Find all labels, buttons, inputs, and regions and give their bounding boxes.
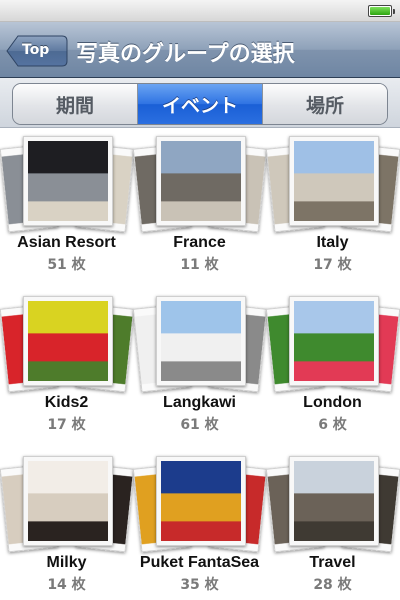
album-name: Langkawi (163, 394, 236, 411)
album-count: 17 枚 (313, 257, 352, 273)
album-grid: Asian Resort 51 枚 France 11 枚 Italy 17 枚… (0, 130, 400, 600)
album-count: 51 枚 (47, 257, 86, 273)
album-count: 6 枚 (318, 417, 347, 433)
album-thumbnail (294, 301, 374, 381)
back-button-label: Top (22, 42, 50, 58)
status-bar (0, 0, 400, 22)
photo-stack (132, 296, 268, 396)
page-title: 写真のグループの選択 (76, 42, 295, 67)
back-button[interactable]: Top (6, 35, 68, 67)
album-name: London (303, 394, 362, 411)
album-name: Milky (46, 554, 87, 571)
album-count: 11 枚 (180, 257, 219, 273)
photo-stack (0, 296, 135, 396)
battery-icon (368, 5, 395, 17)
album-item[interactable]: Kids2 17 枚 (0, 290, 135, 450)
album-name: Puket FantaSea (139, 554, 260, 571)
segment-period[interactable]: 期間 (13, 84, 138, 124)
album-item[interactable]: Puket FantaSea 35 枚 (132, 450, 268, 600)
album-thumbnail (28, 301, 108, 381)
album-name: Asian Resort (17, 234, 116, 251)
album-name: France (173, 234, 226, 251)
album-count: 28 枚 (313, 577, 352, 593)
album-count: 61 枚 (180, 417, 219, 433)
album-item[interactable]: Travel 28 枚 (265, 450, 400, 600)
album-count: 35 枚 (180, 577, 219, 593)
album-thumbnail (28, 461, 108, 541)
segmented-control: 期間 イベント 場所 (12, 83, 388, 125)
segment-bar: 期間 イベント 場所 (0, 78, 400, 128)
album-item[interactable]: Asian Resort 51 枚 (0, 130, 135, 290)
album-item[interactable]: London 6 枚 (265, 290, 400, 450)
album-thumbnail (161, 301, 241, 381)
photo-stack (132, 456, 268, 556)
album-thumbnail (161, 141, 241, 221)
album-thumbnail (294, 141, 374, 221)
album-item[interactable]: Italy 17 枚 (265, 130, 400, 290)
photo-stack (265, 296, 400, 396)
segment-place[interactable]: 場所 (263, 84, 387, 124)
navigation-bar: Top 写真のグループの選択 (0, 22, 400, 78)
photo-stack (0, 136, 135, 236)
album-thumbnail (294, 461, 374, 541)
photo-stack (265, 456, 400, 556)
album-name: Travel (309, 554, 356, 571)
album-count: 17 枚 (47, 417, 86, 433)
photo-stack (0, 456, 135, 556)
photo-stack (132, 136, 268, 236)
album-item[interactable]: Milky 14 枚 (0, 450, 135, 600)
album-name: Italy (316, 234, 349, 251)
album-count: 14 枚 (47, 577, 86, 593)
segment-event[interactable]: イベント (138, 84, 263, 124)
photo-stack (265, 136, 400, 236)
album-thumbnail (161, 461, 241, 541)
album-name: Kids2 (44, 394, 89, 411)
album-item[interactable]: France 11 枚 (132, 130, 268, 290)
album-thumbnail (28, 141, 108, 221)
album-item[interactable]: Langkawi 61 枚 (132, 290, 268, 450)
